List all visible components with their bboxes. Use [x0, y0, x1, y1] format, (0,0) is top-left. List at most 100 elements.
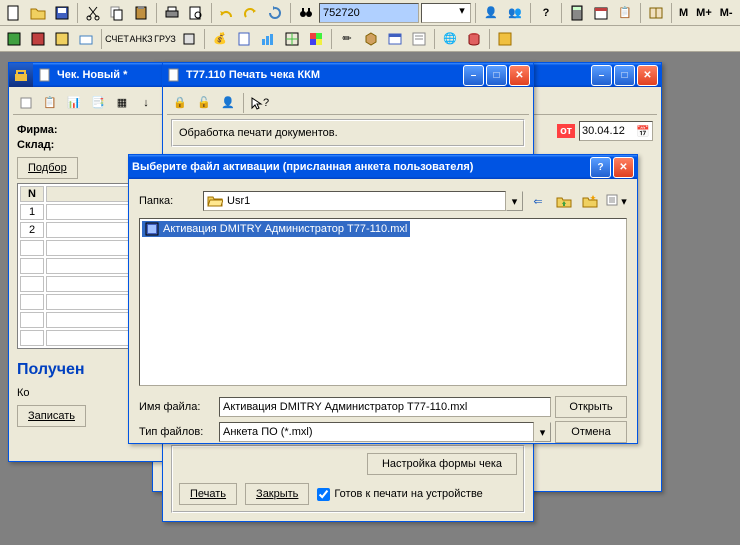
file-dialog: Выберите файл активации (присланная анке… — [128, 154, 638, 444]
check-tb3-icon[interactable]: 📊 — [63, 92, 85, 114]
print-close-btn[interactable]: ✕ — [509, 65, 530, 86]
print-status-text: Обработка печати документов. — [179, 127, 517, 139]
podbor-button[interactable]: Подбор — [17, 157, 78, 179]
close-button[interactable]: Закрыть — [245, 483, 309, 505]
open-icon[interactable] — [27, 2, 49, 24]
bg-minimize-btn[interactable]: – — [591, 65, 612, 86]
copy-icon[interactable] — [106, 2, 128, 24]
bg-close-btn[interactable]: ✕ — [637, 65, 658, 86]
tb2-pencil-icon[interactable]: ✏ — [336, 28, 358, 50]
check-doc-icon — [37, 67, 53, 83]
folder-combo[interactable]: Usr1 ▾ — [203, 191, 523, 211]
print-title: Т77.110 Печать чека ККМ — [186, 69, 461, 81]
filetype-combo[interactable]: ▾ — [219, 422, 551, 442]
print-minimize-btn[interactable]: – — [463, 65, 484, 86]
mminus-btn[interactable]: M- — [717, 2, 736, 24]
redo-icon[interactable] — [240, 2, 262, 24]
print-tb1-icon[interactable]: 🔒 — [169, 92, 191, 114]
file-close-btn[interactable]: ✕ — [613, 157, 634, 178]
paste-icon[interactable] — [130, 2, 152, 24]
file-titlebar[interactable]: Выберите файл активации (присланная анке… — [129, 155, 637, 179]
tb2-chart-icon[interactable] — [257, 28, 279, 50]
m-btn[interactable]: M — [676, 2, 691, 24]
preview-icon[interactable] — [185, 2, 207, 24]
calc-icon[interactable] — [566, 2, 588, 24]
calendar-picker-icon[interactable]: 📅 — [634, 122, 652, 140]
tb2-4-icon[interactable] — [75, 28, 97, 50]
tb2-8-icon[interactable] — [178, 28, 200, 50]
new-icon[interactable] — [3, 2, 25, 24]
folder-dropdown-icon[interactable]: ▾ — [506, 191, 523, 211]
ready-label: Готов к печати на устройстве — [334, 488, 482, 500]
form-settings-button[interactable]: Настройка формы чека — [367, 453, 517, 475]
check-tb2-icon[interactable]: 📋 — [39, 92, 61, 114]
tb2-db-icon[interactable] — [463, 28, 485, 50]
file-item-selected[interactable]: Активация DMITRY Администратор T77-110.m… — [142, 221, 410, 237]
up-folder-icon[interactable] — [553, 190, 575, 212]
check-tb6-icon[interactable]: ↓ — [135, 92, 157, 114]
tb2-6-icon[interactable]: АНКЗ — [130, 28, 152, 50]
file-list[interactable]: Активация DMITRY Администратор T77-110.m… — [139, 218, 627, 386]
new-folder-icon[interactable] — [579, 190, 601, 212]
file-help-btn[interactable]: ? — [590, 157, 611, 178]
user-icon[interactable]: 👤 — [480, 2, 502, 24]
tb2-cube-icon[interactable] — [360, 28, 382, 50]
tool3-icon[interactable]: 📋 — [614, 2, 636, 24]
print-button[interactable]: Печать — [179, 483, 237, 505]
file-item-icon — [145, 222, 159, 236]
file-title: Выберите файл активации (присланная анке… — [132, 161, 588, 173]
tb2-win-icon[interactable] — [384, 28, 406, 50]
mplus-btn[interactable]: M+ — [693, 2, 715, 24]
print-cursor-icon[interactable]: ? — [248, 92, 270, 114]
tb2-2-icon[interactable] — [27, 28, 49, 50]
filename-input[interactable] — [219, 397, 551, 417]
check-tb4-icon[interactable]: 📑 — [87, 92, 109, 114]
write-button[interactable]: Записать — [17, 405, 86, 427]
print-icon[interactable] — [161, 2, 183, 24]
filetype-dropdown-icon[interactable]: ▾ — [534, 422, 551, 442]
tb2-app-icon[interactable] — [494, 28, 516, 50]
tb2-5-icon[interactable]: СЧЕТ — [106, 28, 128, 50]
book-icon[interactable] — [645, 2, 667, 24]
ready-checkbox[interactable] — [317, 488, 330, 501]
check-tb5-icon[interactable]: ▦ — [111, 92, 133, 114]
tb2-bag-icon[interactable]: 💰 — [209, 28, 231, 50]
tb2-1-icon[interactable] — [3, 28, 25, 50]
back-icon[interactable]: ⇐ — [527, 190, 549, 212]
undo-icon[interactable] — [216, 2, 238, 24]
help-icon[interactable]: ? — [535, 2, 557, 24]
tb2-grid-icon[interactable] — [281, 28, 303, 50]
calendar-icon[interactable] — [590, 2, 612, 24]
col-n: N — [20, 186, 44, 202]
print-titlebar[interactable]: Т77.110 Печать чека ККМ – □ ✕ — [163, 63, 533, 87]
bg-maximize-btn[interactable]: □ — [614, 65, 635, 86]
check-tb1-icon[interactable] — [15, 92, 37, 114]
search-combo[interactable]: ▾ — [421, 3, 471, 23]
print-tb2-icon[interactable]: 🔓 — [193, 92, 215, 114]
tb2-globe-icon[interactable]: 🌐 — [439, 28, 461, 50]
ready-checkbox-row[interactable]: Готов к печати на устройстве — [317, 488, 482, 501]
binoculars-icon[interactable] — [295, 2, 317, 24]
tb2-color-icon[interactable] — [305, 28, 327, 50]
cancel-button[interactable]: Отмена — [555, 421, 627, 443]
search-input[interactable] — [319, 3, 419, 23]
tb2-doc-icon[interactable] — [233, 28, 255, 50]
main-toolbar-2: СЧЕТ АНКЗ ГРУЗ 💰 ✏ 🌐 — [0, 26, 740, 52]
print-toolbar: 🔒 🔓 👤 ? — [167, 91, 529, 115]
save-icon[interactable] — [51, 2, 73, 24]
open-button[interactable]: Открыть — [555, 396, 627, 418]
print-maximize-btn[interactable]: □ — [486, 65, 507, 86]
refresh-icon[interactable] — [264, 2, 286, 24]
view-menu-icon[interactable]: ▾ — [605, 190, 627, 212]
print-tb3-icon[interactable]: 👤 — [217, 92, 239, 114]
folder-open-icon — [207, 194, 223, 208]
date-field[interactable]: 📅 — [579, 121, 653, 141]
tb2-3-icon[interactable] — [51, 28, 73, 50]
cut-icon[interactable] — [82, 2, 104, 24]
date-input[interactable] — [580, 124, 634, 138]
filetype-value[interactable] — [219, 422, 534, 442]
tb2-list-icon[interactable] — [408, 28, 430, 50]
tb2-7-icon[interactable]: ГРУЗ — [154, 28, 176, 50]
users-icon[interactable]: 👥 — [504, 2, 526, 24]
kol-label: Ко — [17, 387, 30, 399]
